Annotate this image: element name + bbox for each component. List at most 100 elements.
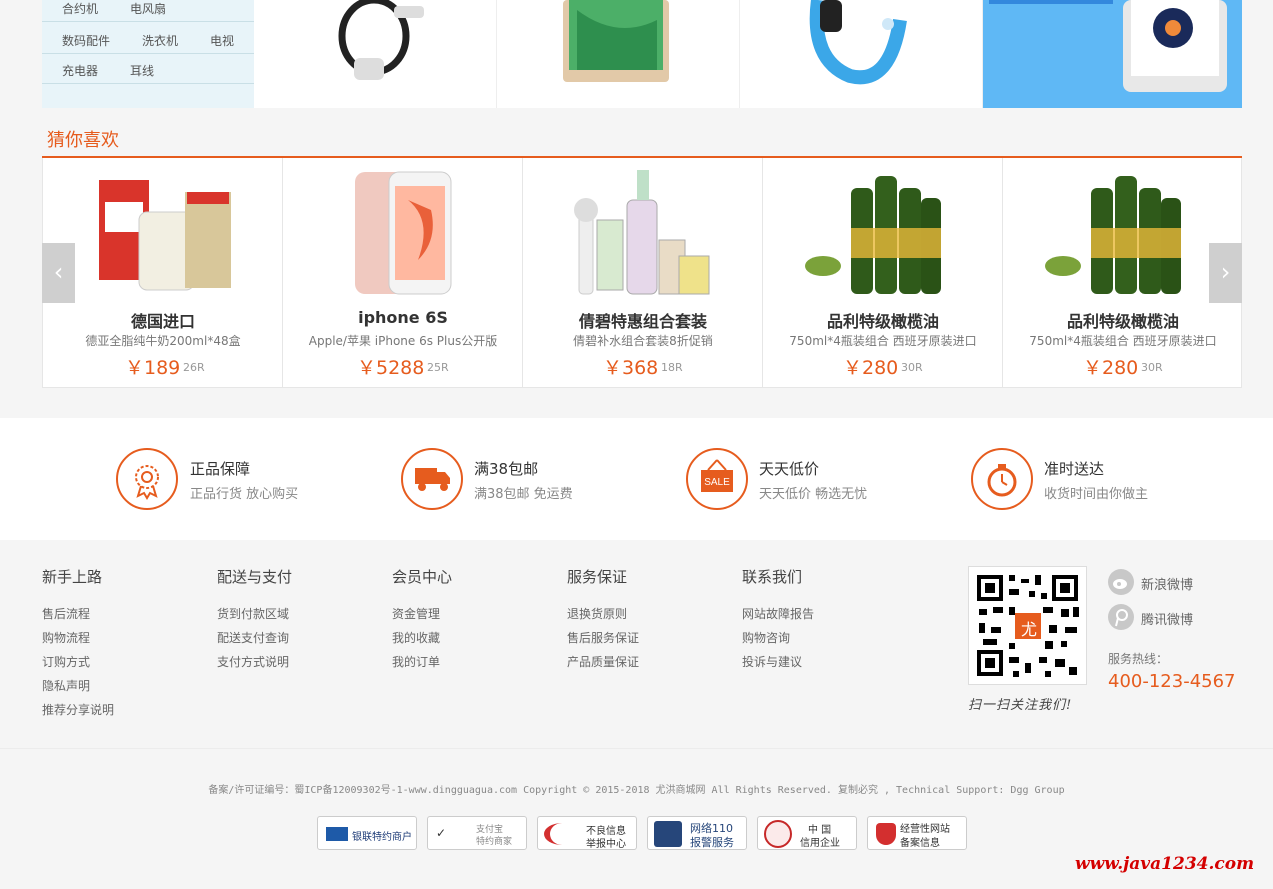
selfie-stick-image xyxy=(338,0,424,80)
website-record-badge[interactable]: 经营性网站 备案信息 xyxy=(867,816,967,850)
service-title: 准时送达 xyxy=(1044,460,1105,478)
footer-link[interactable]: 货到付款区域 xyxy=(217,605,289,622)
banner-phone-image xyxy=(989,0,1227,92)
qr-logo-text: 尤 xyxy=(1020,620,1037,639)
tencent-weibo-icon[interactable] xyxy=(1108,604,1134,630)
comment-count: 26R xyxy=(183,361,205,374)
tencent-weibo-link[interactable]: 腾讯微博 xyxy=(1141,609,1193,628)
police-110-badge[interactable]: 网络110 报警服务 xyxy=(647,816,747,850)
product-desc: 750ml*4瓶装组合 西班牙原装进口 xyxy=(789,334,977,348)
report-center-badge[interactable]: 不良信息 举报中心 xyxy=(537,816,637,850)
truck-icon xyxy=(401,448,463,510)
comment-count: 25R xyxy=(427,361,449,374)
carousel-prev-button[interactable]: ‹ xyxy=(42,243,75,303)
footer-link[interactable]: 购物流程 xyxy=(42,629,90,646)
category-link[interactable]: 电风扇 xyxy=(130,0,166,17)
product-name[interactable]: iphone 6S xyxy=(283,308,523,327)
smart-band-image xyxy=(809,0,907,85)
top-product-phone[interactable] xyxy=(497,0,740,108)
footer-link[interactable]: 我的收藏 xyxy=(392,629,440,646)
unionpay-icon xyxy=(326,827,348,841)
footer-link[interactable]: 支付方式说明 xyxy=(217,653,289,670)
top-product-selfie-stick[interactable] xyxy=(254,0,497,108)
product-card[interactable]: 德国进口 德亚全脂纯牛奶200ml*48盒 ￥189 26R xyxy=(43,158,283,387)
unionpay-badge[interactable]: 银联特约商户 xyxy=(317,816,417,850)
chevron-right-icon: › xyxy=(1220,258,1231,286)
footer-link[interactable]: 售后流程 xyxy=(42,605,90,622)
olive-oil-image xyxy=(805,176,941,294)
top-product-banner[interactable] xyxy=(983,0,1242,108)
sale-tag-icon: SALE xyxy=(686,448,748,510)
top-product-band[interactable] xyxy=(740,0,983,108)
category-link[interactable]: 耳线 xyxy=(130,62,154,79)
product-name[interactable]: 德国进口 xyxy=(43,308,283,332)
service-subtitle: 天天低价 畅选无忧 xyxy=(759,487,868,502)
footer-link[interactable]: 购物咨询 xyxy=(742,629,790,646)
product-desc: Apple/苹果 iPhone 6s Plus公开版 xyxy=(308,334,498,348)
product-card[interactable]: 品利特级橄榄油 750ml*4瓶装组合 西班牙原装进口 ￥280 30R xyxy=(763,158,1003,387)
product-price: ￥280 xyxy=(1083,357,1139,379)
product-desc: 倩碧补水组合套装8折促销 xyxy=(573,334,713,348)
service-title: 满38包邮 xyxy=(474,460,539,478)
product-price: ￥189 xyxy=(125,357,181,379)
service-title: 天天低价 xyxy=(759,460,820,478)
footer-link[interactable]: 投诉与建议 xyxy=(742,653,802,670)
category-link[interactable]: 洗衣机 xyxy=(142,32,178,49)
section-title: 猜你喜欢 xyxy=(47,130,119,151)
olive-oil-image xyxy=(1045,176,1181,294)
footer-link[interactable]: 隐私声明 xyxy=(42,677,90,694)
badge-label: 特约商家 xyxy=(476,837,513,847)
category-link[interactable]: 充电器 xyxy=(62,62,98,79)
footer-link[interactable]: 我的订单 xyxy=(392,653,440,670)
alipay-badge[interactable]: ✓ 支付宝 特约商家 xyxy=(427,816,527,850)
product-name[interactable]: 品利特级橄榄油 xyxy=(1003,308,1243,332)
badge-label: 举报中心 xyxy=(586,839,626,850)
category-row: 数码配件 洗衣机 电视 xyxy=(42,26,254,54)
guess-carousel: 德国进口 德亚全脂纯牛奶200ml*48盒 ￥189 26R iphone 6S… xyxy=(42,158,1242,388)
footer-link[interactable]: 资金管理 xyxy=(392,605,440,622)
sina-weibo-link[interactable]: 新浪微博 xyxy=(1141,574,1193,593)
product-card[interactable]: 倩碧特惠组合套装 倩碧补水组合套装8折促销 ￥368 18R xyxy=(523,158,763,387)
service-band: 正品保障 正品行货 放心购买 满38包邮 满38包邮 免运费 SALE 天天低价… xyxy=(0,418,1273,540)
footer-link[interactable]: 产品质量保证 xyxy=(567,653,639,670)
phone-image xyxy=(563,0,669,82)
carousel-next-button[interactable]: › xyxy=(1209,243,1242,303)
product-card[interactable]: iphone 6S Apple/苹果 iPhone 6s Plus公开版 ￥52… xyxy=(283,158,523,387)
police-icon xyxy=(654,821,682,847)
category-link[interactable]: 合约机 xyxy=(62,0,98,17)
service-title: 正品保障 xyxy=(190,460,251,478)
product-name[interactable]: 倩碧特惠组合套装 xyxy=(523,308,763,332)
sina-weibo-icon[interactable] xyxy=(1108,569,1134,595)
qr-code: 尤 xyxy=(968,566,1087,685)
comment-count: 30R xyxy=(1141,361,1163,374)
category-link[interactable]: 电视 xyxy=(210,32,234,49)
product-card[interactable]: 品利特级橄榄油 750ml*4瓶装组合 西班牙原装进口 ￥280 30R xyxy=(1003,158,1243,387)
footer-link[interactable]: 订购方式 xyxy=(42,653,90,670)
footer-link[interactable]: 推荐分享说明 xyxy=(42,701,114,718)
footer-link[interactable]: 售后服务保证 xyxy=(567,629,639,646)
chevron-left-icon: ‹ xyxy=(53,258,64,286)
product-price: ￥280 xyxy=(843,357,899,379)
footer-col-title: 联系我们 xyxy=(742,568,803,586)
qr-caption: 扫一扫关注我们! xyxy=(968,698,1073,713)
footer-link[interactable]: 网站故障报告 xyxy=(742,605,814,622)
badge-label: 报警服务 xyxy=(690,836,734,849)
product-desc: 750ml*4瓶装组合 西班牙原装进口 xyxy=(1029,334,1217,348)
category-row: 充电器 耳线 xyxy=(42,56,254,84)
watermark: www.java1234.com xyxy=(1075,854,1255,874)
product-name[interactable]: 品利特级橄榄油 xyxy=(763,308,1003,332)
milk-image xyxy=(99,180,231,291)
service-subtitle: 满38包邮 免运费 xyxy=(474,487,573,502)
footer-link[interactable]: 退换货原则 xyxy=(567,605,627,622)
report-logo-icon xyxy=(544,823,580,845)
badge-label: 经营性网站 xyxy=(900,824,950,835)
category-panel: 合约机 电风扇 数码配件 洗衣机 电视 充电器 耳线 xyxy=(42,0,254,108)
category-link[interactable]: 数码配件 xyxy=(62,32,110,49)
footer-col-title: 新手上路 xyxy=(42,568,103,586)
sale-text: SALE xyxy=(704,477,730,488)
footer-link[interactable]: 配送支付查询 xyxy=(217,629,289,646)
hotline-label: 服务热线： xyxy=(1108,652,1169,666)
badge-label: 银联特约商户 xyxy=(352,832,412,843)
product-price: ￥368 xyxy=(603,357,659,379)
credit-enterprise-badge[interactable]: 中 国 信用企业 xyxy=(757,816,857,850)
